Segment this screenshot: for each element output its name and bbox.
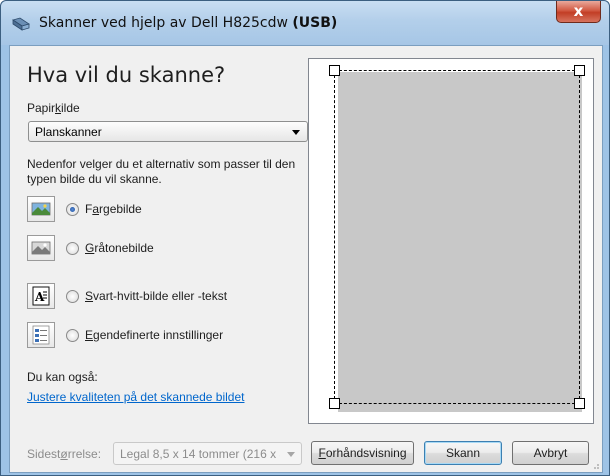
scan-preview-pane[interactable] [308, 58, 594, 424]
window-title: Skanner ved hjelp av Dell H825cdw (USB) [39, 15, 338, 31]
cancel-button[interactable]: Avbryt [512, 441, 589, 465]
black-white-text-radio[interactable] [66, 290, 79, 303]
preview-button[interactable]: Forhåndsvisning [311, 441, 414, 465]
close-button[interactable]: x [556, 1, 601, 23]
dialog-body: Hva vil du skanne? Papirkilde Planskanne… [9, 45, 603, 473]
title-bar[interactable]: Skanner ved hjelp av Dell H825cdw (USB) … [1, 1, 609, 45]
option-black-white-text[interactable]: A Svart-hvitt-bilde eller -tekst [27, 283, 307, 311]
chevron-down-icon [292, 130, 300, 135]
grayscale-picture-radio[interactable] [66, 242, 79, 255]
page-size-label: Sidestørrelse: [27, 447, 102, 461]
page-title: Hva vil du skanne? [27, 63, 226, 87]
option-grayscale-picture[interactable]: Gråtonebilde [27, 235, 307, 263]
option-description: Nedenfor velger du et alternativ som pas… [27, 157, 296, 186]
option-custom-settings[interactable]: Egendefinerte innstillinger [27, 322, 307, 350]
option-label: Egendefinerte innstillinger [85, 328, 224, 342]
scanner-dialog: Skanner ved hjelp av Dell H825cdw (USB) … [0, 0, 610, 476]
black-white-text-icon: A [27, 283, 55, 309]
paper-source-label: Papirkilde [27, 101, 80, 115]
option-label: Svart-hvitt-bilde eller -tekst [85, 289, 228, 303]
resize-handle-bottom-right[interactable] [574, 398, 585, 409]
scanner-app-icon [12, 17, 30, 31]
paper-source-value: Planskanner [35, 125, 102, 139]
color-picture-icon [27, 196, 55, 222]
chevron-down-icon [287, 452, 295, 457]
close-icon: x [573, 2, 584, 20]
scan-selection-rect[interactable] [334, 70, 580, 404]
resize-handle-top-left[interactable] [329, 65, 340, 76]
resize-handle-bottom-left[interactable] [329, 398, 340, 409]
page-size-value: Legal 8,5 x 14 tommer (216 x 3 [120, 447, 280, 461]
custom-settings-icon [27, 322, 55, 348]
scan-button[interactable]: Skann [424, 441, 502, 465]
page-size-select[interactable]: Legal 8,5 x 14 tommer (216 x 3 [113, 442, 302, 465]
grayscale-picture-icon [27, 235, 55, 261]
adjust-quality-link[interactable]: Justere kvaliteten på det skannede bilde… [27, 390, 244, 404]
option-label: Gråtonebilde [85, 241, 154, 255]
paper-source-select[interactable]: Planskanner [28, 121, 308, 142]
custom-settings-radio[interactable] [66, 329, 79, 342]
option-color-picture[interactable]: Fargebilde [27, 196, 307, 224]
option-label: Fargebilde [85, 202, 142, 216]
also-label: Du kan også: [27, 370, 98, 384]
color-picture-radio[interactable] [66, 203, 79, 216]
resize-grip-icon[interactable] [590, 460, 600, 470]
resize-handle-top-right[interactable] [574, 65, 585, 76]
